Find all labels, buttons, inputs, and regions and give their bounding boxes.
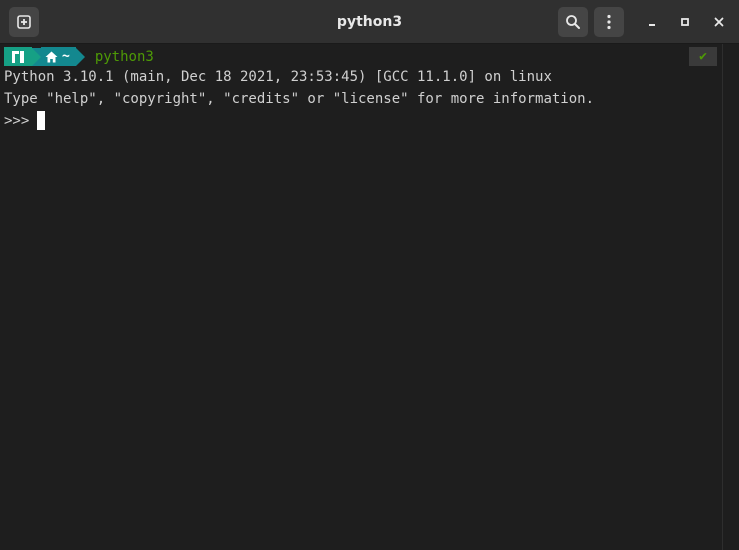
prompt-directory: ~ (62, 49, 70, 64)
prompt-command: python3 (94, 48, 154, 65)
text-cursor (37, 111, 46, 130)
search-icon (566, 15, 580, 29)
minimize-button[interactable] (640, 10, 664, 34)
check-icon: ✔ (699, 49, 707, 64)
search-button[interactable] (558, 7, 588, 37)
repl-input-line[interactable]: >>> (4, 111, 46, 130)
terminal-window: python3 ~ python3 ✔ Python 3.10.1 (main,… (0, 0, 739, 550)
manjaro-logo-icon (12, 50, 24, 63)
new-tab-icon (17, 15, 31, 29)
prompt-home-segment: ~ (41, 47, 76, 66)
prompt-separator-end (75, 47, 85, 66)
prompt-logo-segment (4, 47, 32, 66)
new-tab-button[interactable] (9, 7, 39, 37)
maximize-icon (681, 18, 689, 26)
shell-prompt: ~ python3 (4, 47, 154, 66)
output-line-help: Type "help", "copyright", "credits" or "… (4, 91, 595, 107)
close-icon (714, 17, 724, 27)
repl-prompt: >>> (4, 112, 30, 129)
minimize-icon (649, 24, 655, 26)
close-button[interactable] (707, 10, 731, 34)
window-title: python3 (336, 14, 403, 30)
prompt-separator (32, 47, 41, 66)
scrollbar[interactable] (722, 44, 739, 550)
menu-button[interactable] (594, 7, 624, 37)
status-badge: ✔ (689, 47, 717, 66)
output-line-version: Python 3.10.1 (main, Dec 18 2021, 23:53:… (4, 69, 552, 85)
home-icon (45, 51, 58, 62)
title-bar[interactable]: python3 (0, 0, 739, 44)
maximize-button[interactable] (673, 10, 697, 34)
kebab-menu-icon (607, 14, 611, 30)
terminal-area[interactable]: ~ python3 ✔ Python 3.10.1 (main, Dec 18 … (0, 44, 739, 550)
